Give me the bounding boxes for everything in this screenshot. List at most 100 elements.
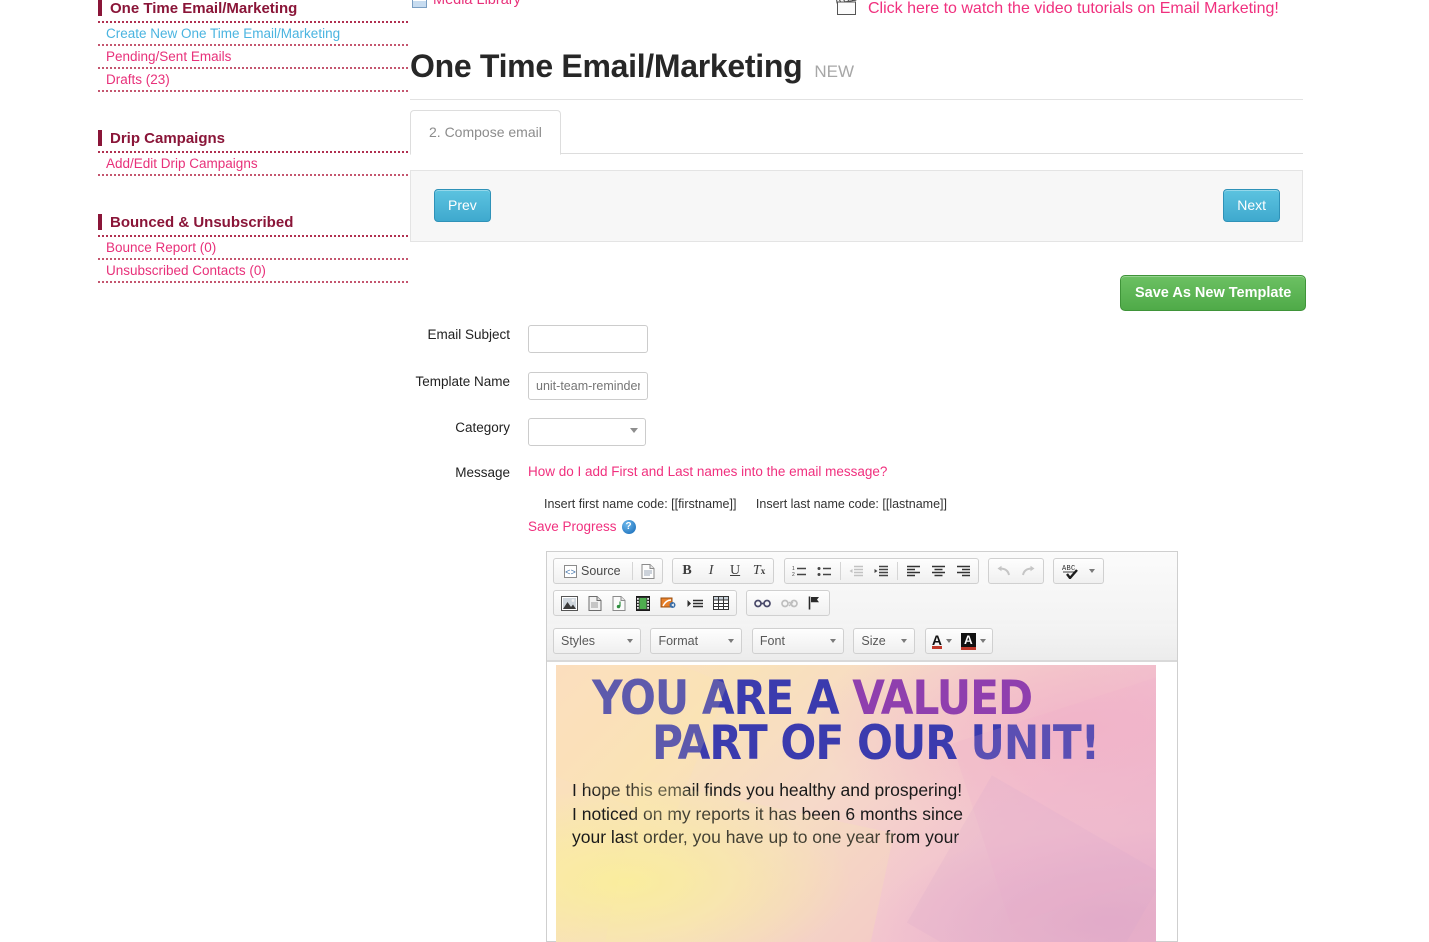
- undo-icon: [997, 565, 1010, 575]
- document-templates-icon: [641, 563, 655, 579]
- chevron-down-icon: [630, 428, 638, 433]
- insert-flash-button[interactable]: [656, 592, 681, 614]
- email-subject-row: Email Subject: [410, 325, 648, 353]
- category-row: Category: [410, 418, 646, 446]
- insert-table-button[interactable]: [709, 592, 733, 614]
- sidebar-item-drafts[interactable]: Drafts (23): [98, 69, 408, 92]
- media-library-icon: [412, 0, 427, 8]
- chevron-down-icon: [829, 639, 836, 643]
- sidebar-group-bounced-unsubscribed: Bounced & Unsubscribed Bounce Report (0)…: [98, 212, 408, 283]
- category-label: Category: [455, 420, 510, 435]
- text-color-button[interactable]: A: [931, 633, 952, 649]
- unlink-button[interactable]: [777, 592, 802, 614]
- background-color-button[interactable]: A: [960, 632, 986, 650]
- source-button[interactable]: <> Source: [557, 560, 628, 582]
- email-subject-input[interactable]: [528, 325, 648, 353]
- redo-icon: [1021, 565, 1035, 575]
- spellcheck-button[interactable]: ABC: [1058, 560, 1099, 582]
- svg-text:<>: <>: [565, 568, 576, 578]
- align-left-button[interactable]: [902, 560, 925, 582]
- flash-media-icon: [660, 597, 676, 608]
- underline-button[interactable]: U: [724, 560, 746, 582]
- editor-toolbar-row3: Styles Format Font Size A A: [547, 624, 1177, 660]
- undo-button[interactable]: [992, 560, 1015, 582]
- insert-audio-button[interactable]: [608, 592, 630, 614]
- align-right-button[interactable]: [952, 560, 975, 582]
- insert-document-button[interactable]: [584, 592, 606, 614]
- message-help-link[interactable]: How do I add First and Last names into t…: [528, 464, 887, 479]
- size-dropdown-label: Size: [861, 634, 886, 648]
- bold-button[interactable]: B: [676, 560, 698, 582]
- source-code-icon: <>: [564, 564, 577, 578]
- media-library-link[interactable]: Media Library: [412, 0, 521, 8]
- indent-icon: [874, 565, 888, 576]
- sidebar-item-bounce-report[interactable]: Bounce Report (0): [98, 237, 408, 260]
- table-icon: [713, 596, 729, 610]
- outdent-button[interactable]: [845, 560, 868, 582]
- sidebar-item-pending-sent-emails[interactable]: Pending/Sent Emails: [98, 46, 408, 69]
- svg-text:2: 2: [792, 572, 795, 578]
- sidebar-item-create-new-one-time-email[interactable]: Create New One Time Email/Marketing: [98, 23, 408, 46]
- sidebar-group-one-time-email: One Time Email/Marketing Create New One …: [98, 0, 408, 92]
- chevron-down-icon: [627, 639, 633, 643]
- font-dropdown[interactable]: Font: [751, 628, 844, 654]
- insert-link-button[interactable]: [750, 592, 775, 614]
- page-title: One Time Email/Marketing: [410, 48, 803, 84]
- tab-bar: 2. Compose email: [410, 110, 1303, 155]
- insert-div-button[interactable]: [683, 592, 707, 614]
- tab-compose-email[interactable]: 2. Compose email: [410, 110, 561, 155]
- background-color-icon: A: [960, 632, 976, 650]
- source-button-label: Source: [581, 563, 621, 578]
- sidebar-group-drip-campaigns: Drip Campaigns Add/Edit Drip Campaigns: [98, 128, 408, 176]
- styles-dropdown[interactable]: Styles: [553, 628, 641, 654]
- remove-format-icon: T: [752, 563, 761, 578]
- numbered-list-icon: 1 2: [792, 566, 806, 578]
- templates-button[interactable]: [637, 560, 659, 582]
- align-left-icon: [906, 565, 920, 576]
- media-library-label: Media Library: [433, 0, 521, 8]
- toolbar-separator: [631, 562, 633, 580]
- template-name-label: Template Name: [415, 374, 510, 389]
- clapperboard-icon: [835, 0, 858, 21]
- email-subject-label: Email Subject: [427, 327, 510, 342]
- document-icon: [588, 595, 602, 611]
- insert-video-button[interactable]: [632, 592, 654, 614]
- prev-button[interactable]: Prev: [434, 189, 491, 222]
- editor-group-basic-styles: B I U Tx: [672, 558, 775, 584]
- insert-image-button[interactable]: [557, 592, 582, 614]
- sidebar-item-add-edit-drip-campaigns[interactable]: Add/Edit Drip Campaigns: [98, 153, 408, 176]
- numbered-list-button[interactable]: 1 2: [788, 560, 811, 582]
- save-as-new-template-button[interactable]: Save As New Template: [1120, 275, 1307, 311]
- save-progress-link[interactable]: Save Progress: [528, 519, 617, 534]
- chevron-down-icon: [979, 639, 986, 643]
- italic-button[interactable]: I: [700, 560, 722, 582]
- redo-button[interactable]: [1017, 560, 1040, 582]
- help-question-icon[interactable]: ?: [621, 519, 636, 534]
- chevron-down-icon: [1089, 569, 1096, 573]
- editor-toolbar-row2: [553, 590, 1171, 620]
- remove-format-button[interactable]: Tx: [748, 560, 770, 582]
- page-root: Media Library Click here to watch the vi…: [0, 0, 1429, 942]
- styles-dropdown-label: Styles: [561, 634, 596, 648]
- format-dropdown[interactable]: Format: [650, 628, 743, 654]
- template-name-input[interactable]: [528, 372, 648, 400]
- next-button[interactable]: Next: [1223, 189, 1280, 222]
- align-center-button[interactable]: [927, 560, 950, 582]
- editor-content-area[interactable]: You are a Valued Part of Our Unit! I hop…: [547, 661, 1177, 942]
- sidebar-item-unsubscribed-contacts[interactable]: Unsubscribed Contacts (0): [98, 260, 408, 283]
- audio-note-icon: [612, 595, 626, 611]
- size-dropdown[interactable]: Size: [853, 628, 916, 654]
- video-tutorials-link[interactable]: Click here to watch the video tutorials …: [835, 0, 1279, 21]
- editor-group-links: [746, 590, 831, 616]
- anchor-button[interactable]: [804, 592, 826, 614]
- bulleted-list-button[interactable]: [813, 560, 836, 582]
- indent-button[interactable]: [870, 560, 893, 582]
- editor-group-insert: [553, 590, 737, 616]
- font-dropdown-label: Font: [759, 634, 785, 648]
- sidebar-heading-drip-campaigns: Drip Campaigns: [98, 128, 408, 153]
- image-icon: [561, 595, 578, 611]
- category-select[interactable]: [528, 418, 646, 446]
- email-banner-image[interactable]: You are a Valued Part of Our Unit! I hop…: [556, 665, 1156, 942]
